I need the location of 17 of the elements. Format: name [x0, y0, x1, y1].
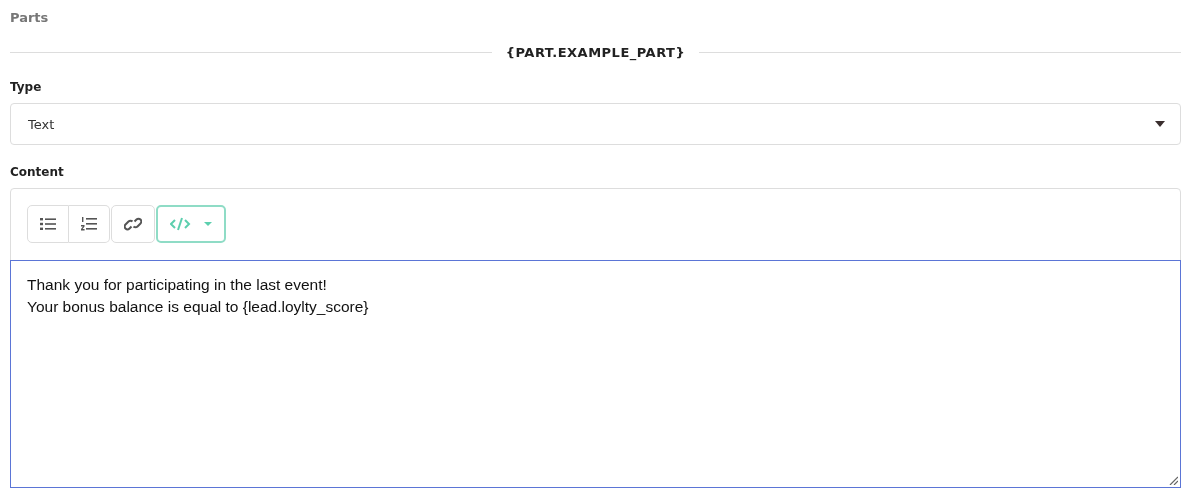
content-text-area[interactable]: Thank you for participating in the last event! Your bonus balance is equal to {lead.loylty_score}: [10, 260, 1181, 488]
field-label: Content: [10, 165, 65, 179]
section-title: Parts: [10, 10, 50, 27]
content-line: Thank you for participating in the last event!: [27, 275, 328, 295]
numbered-list-button[interactable]: [69, 205, 110, 243]
link-icon: [124, 217, 142, 231]
numbered-list-icon: [81, 217, 97, 231]
link-button[interactable]: [111, 205, 155, 243]
bullet-list-icon: [40, 218, 56, 230]
content-line: Your bonus balance is equal to {lead.loylty_score}: [27, 297, 370, 317]
part-label: {PART.EXAMPLE_PART}: [505, 44, 686, 60]
bullet-list-button[interactable]: [27, 205, 69, 243]
field-label: Type: [10, 80, 43, 94]
caret-icon: [1155, 121, 1165, 127]
resize-handle-icon[interactable]: [1169, 476, 1178, 485]
code-view-icon: [170, 217, 212, 231]
type-select[interactable]: Text: [10, 103, 1181, 145]
